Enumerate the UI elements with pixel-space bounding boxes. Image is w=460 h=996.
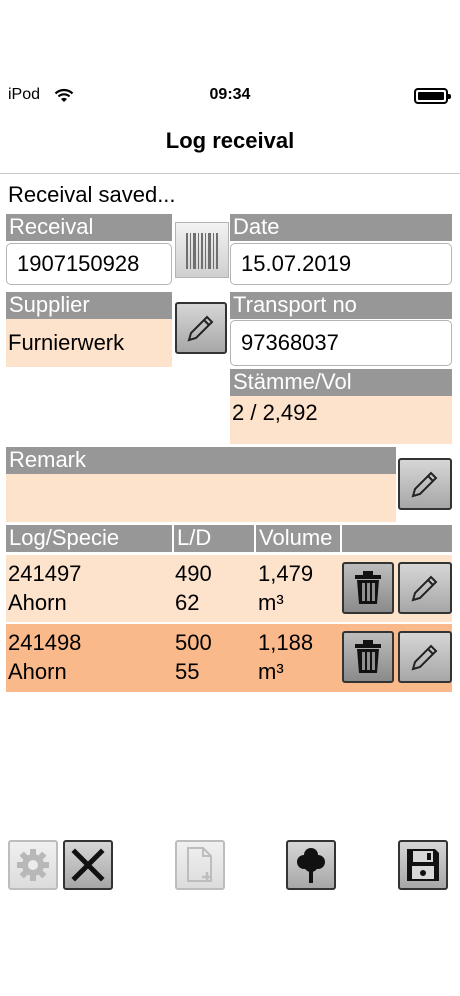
close-icon [71,848,105,882]
trash-icon [355,571,381,604]
col-header-actions [342,525,452,552]
row-specie: Ahorn [8,659,67,684]
supplier-label: Supplier [6,292,172,319]
new-document-icon [187,847,212,882]
date-field[interactable]: 15.07.2019 [230,243,452,285]
staemme-label: Stämme/Vol [230,369,452,396]
battery-icon [414,88,451,104]
remark-value [6,474,396,522]
date-label: Date [230,214,452,241]
row-volume: 1,479 [258,561,314,586]
page-title: Log receival [165,128,295,153]
tree-button[interactable] [286,840,336,890]
gear-icon [17,849,49,881]
pencil-icon [411,575,438,602]
edit-remark-button[interactable] [398,458,452,510]
receival-field[interactable]: 1907150928 [6,243,172,285]
row-specie: Ahorn [8,590,67,615]
edit-row-button[interactable] [398,562,452,614]
col-header-log-specie: Log/Specie [6,525,172,552]
delete-row-button[interactable] [342,562,394,614]
staemme-value: 2 / 2,492 [230,396,452,444]
clock: 09:34 [209,86,251,103]
pencil-icon [187,315,214,342]
barcode-icon [186,233,218,269]
status-message: Receival saved... [8,182,176,207]
barcode-button[interactable] [175,222,229,278]
transport-field[interactable]: 97368037 [230,320,452,366]
row-length: 500 [175,630,212,655]
trash-icon [355,640,381,673]
supplier-value: Furnierwerk [6,319,172,367]
edit-row-button[interactable] [398,631,452,683]
new-log-button[interactable] [175,840,225,890]
col-header-volume: Volume [256,525,340,552]
save-button[interactable] [398,840,448,890]
settings-button[interactable] [8,840,58,890]
tree-icon [297,848,325,883]
row-log: 241498 [8,630,82,655]
col-header-ld: L/D [174,525,254,552]
row-diameter: 55 [175,659,200,684]
edit-supplier-button[interactable] [175,302,227,354]
receival-label: Receival [6,214,172,241]
pencil-icon [411,644,438,671]
delete-row-button[interactable] [342,631,394,683]
transport-label: Transport no [230,292,452,319]
nav-divider [0,173,460,174]
row-length: 490 [175,561,212,586]
cancel-button[interactable] [63,840,113,890]
pencil-icon [411,471,438,498]
row-volume: 1,188 [258,630,314,655]
row-log: 241497 [8,561,82,586]
row-volume-unit: m³ [258,590,284,615]
row-diameter: 62 [175,590,200,615]
row-volume-unit: m³ [258,659,284,684]
save-icon [407,849,439,881]
remark-label: Remark [6,447,396,474]
